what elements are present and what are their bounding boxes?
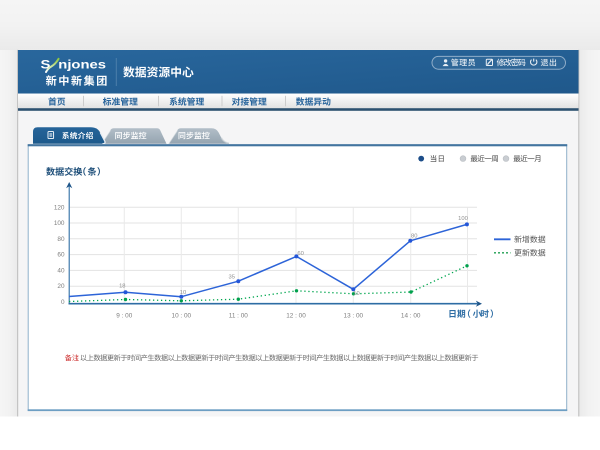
svg-text:100: 100: [458, 216, 468, 222]
svg-text:9 : 00: 9 : 00: [116, 313, 132, 320]
svg-text:13 : 00: 13 : 00: [344, 313, 364, 320]
svg-text:60: 60: [297, 251, 303, 257]
svg-text:20: 20: [57, 283, 65, 290]
svg-text:80: 80: [411, 233, 417, 239]
svg-text:njones: njones: [58, 58, 106, 71]
svg-text:60: 60: [57, 252, 65, 259]
svg-text:10: 10: [180, 290, 186, 296]
svg-text:120: 120: [54, 204, 65, 211]
svg-text:10: 10: [353, 291, 359, 297]
svg-text:100: 100: [54, 220, 65, 227]
svg-text:40: 40: [57, 267, 65, 274]
svg-text:80: 80: [57, 236, 65, 243]
svg-text:14 : 00: 14 : 00: [401, 313, 421, 320]
svg-text:35: 35: [228, 275, 234, 281]
svg-text:18: 18: [119, 283, 125, 289]
svg-text:11 : 00: 11 : 00: [229, 313, 249, 320]
svg-text:12 : 00: 12 : 00: [286, 313, 306, 320]
svg-text:0: 0: [61, 299, 65, 306]
svg-text:10 : 00: 10 : 00: [172, 313, 192, 320]
